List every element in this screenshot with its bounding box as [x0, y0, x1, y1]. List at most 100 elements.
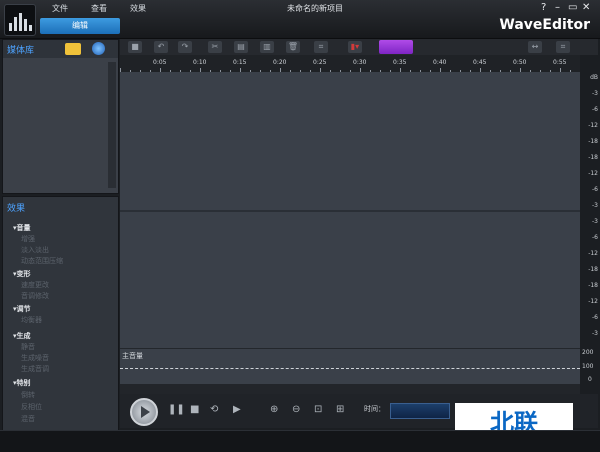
app-logo-icon — [4, 4, 36, 36]
db-scale-label: dB — [590, 74, 598, 81]
microphone-icon[interactable] — [379, 40, 413, 54]
menu-file[interactable]: 文件 — [52, 3, 68, 14]
effect-item[interactable]: 生成噪音 — [21, 353, 49, 363]
db-scale-label: -3 — [592, 218, 598, 225]
play-button[interactable] — [130, 398, 158, 426]
db-scale-label: -12 — [588, 122, 598, 129]
redo-icon[interactable]: ↷ — [178, 41, 192, 53]
editor-toolbar: ■ ↶ ↷ ✂ ▤ ▥ 🗑 ⌗ ▮▾ ↔ ⌗ — [120, 39, 598, 55]
effects-panel: 效果 ▾音量 增强 淡入淡出 动态范围压缩 ▾变形 速度更改 音调修改 ▾调节 … — [2, 196, 119, 431]
db-scale-label: -6 — [592, 234, 598, 241]
effect-item[interactable]: 增强 — [21, 234, 35, 244]
globe-icon[interactable] — [92, 42, 105, 55]
volume-scale-label: 100 — [582, 363, 594, 370]
tab-edit[interactable]: 编辑 — [40, 18, 120, 34]
db-scale-label: -18 — [588, 154, 598, 161]
effect-item[interactable]: 反相位 — [21, 402, 42, 412]
help-button[interactable]: ? — [541, 2, 546, 13]
effect-item[interactable]: 静音 — [21, 342, 35, 352]
time-display — [390, 403, 450, 419]
ruler-tick-label: 0:30 — [353, 59, 367, 66]
media-library-panel: 媒体库 — [2, 39, 119, 194]
ruler-tick-label: 0:05 — [153, 59, 167, 66]
time-ruler[interactable]: 0:05 0:10 0:15 0:20 0:25 0:30 0:35 0:40 … — [120, 55, 580, 73]
top-bar: 文件 查看 效果 编辑 未命名的新项目 ? – ▭ ✕ WaveEditor — [0, 0, 600, 39]
cut-icon[interactable]: ✂ — [208, 41, 222, 53]
db-scale-label: -12 — [588, 298, 598, 305]
copy-icon[interactable]: ▤ — [234, 41, 248, 53]
effects-panel-title: 效果 — [7, 204, 26, 214]
play-selection-icon[interactable]: ▶ — [233, 404, 241, 415]
db-scale-label: -18 — [588, 266, 598, 273]
ruler-tick-label: 0:55 — [553, 59, 567, 66]
master-volume-label: 主音量 — [122, 352, 143, 360]
effect-group-generate[interactable]: ▾生成 — [13, 331, 31, 341]
effect-item[interactable]: 淡入淡出 — [21, 245, 49, 255]
volume-scale-label: 200 — [582, 349, 594, 356]
db-scale-label: -3 — [592, 330, 598, 337]
undo-icon[interactable]: ↶ — [154, 41, 168, 53]
volume-envelope-line[interactable] — [120, 368, 580, 369]
ruler-tick-label: 0:20 — [273, 59, 287, 66]
close-button[interactable]: ✕ — [582, 2, 590, 13]
effect-item[interactable]: 动态范围压缩 — [21, 256, 63, 266]
db-scale-label: -3 — [592, 90, 598, 97]
maximize-button[interactable]: ▭ — [568, 2, 577, 13]
db-scale: dB -3 -6 -12 -18 -18 -12 -6 -3 -3 -6 -12… — [580, 72, 600, 348]
window-title: 未命名的新项目 — [287, 4, 343, 13]
channel-divider — [120, 210, 580, 212]
media-library-header: 媒体库 — [3, 40, 118, 58]
ruler-tick-label: 0:15 — [233, 59, 247, 66]
ruler-tick-label: 0:10 — [193, 59, 207, 66]
zoom-selection-icon[interactable]: ⊡ — [314, 404, 322, 415]
paste-icon[interactable]: ▥ — [260, 41, 274, 53]
ruler-tick-label: 0:35 — [393, 59, 407, 66]
time-label: 时间： — [364, 405, 385, 413]
db-scale-label: -12 — [588, 170, 598, 177]
effect-item[interactable]: 均衡器 — [21, 315, 42, 325]
delete-icon[interactable]: 🗑 — [286, 41, 300, 53]
zoom-full-icon[interactable]: ⊞ — [336, 404, 344, 415]
fit-width-icon[interactable]: ↔ — [528, 41, 542, 53]
effect-group-transform[interactable]: ▾变形 — [13, 269, 31, 279]
horizontal-scrollbar[interactable] — [120, 384, 580, 394]
db-scale-label: -6 — [592, 106, 598, 113]
db-scale-label: -6 — [592, 314, 598, 321]
ruler-tick-label: 0:45 — [473, 59, 487, 66]
db-scale-label: -12 — [588, 250, 598, 257]
effect-item[interactable]: 速度更改 — [21, 280, 49, 290]
status-bar — [0, 430, 600, 452]
zoom-fit-icon[interactable]: ⌗ — [556, 41, 570, 53]
media-library-scrollbar[interactable] — [108, 62, 116, 188]
loop-icon[interactable]: ⟲ — [210, 404, 218, 415]
crop-icon[interactable]: ⌗ — [314, 41, 328, 53]
media-library-title: 媒体库 — [7, 46, 35, 56]
open-folder-icon[interactable] — [65, 43, 81, 55]
effect-item[interactable]: 生成音调 — [21, 364, 49, 374]
ruler-tick-label: 0:40 — [433, 59, 447, 66]
minimize-button[interactable]: – — [555, 2, 560, 13]
db-scale-label: -6 — [592, 186, 598, 193]
menu-view[interactable]: 查看 — [91, 3, 107, 14]
brand-logo: WaveEditor — [499, 17, 590, 33]
volume-scale-label: 0 — [588, 376, 592, 383]
effect-group-special[interactable]: ▾特别 — [13, 378, 31, 388]
record-options-icon[interactable]: ▮▾ — [348, 41, 362, 53]
effect-item[interactable]: 音调修改 — [21, 291, 49, 301]
stop-icon[interactable]: ■ — [190, 404, 199, 415]
save-icon[interactable]: ■ — [128, 41, 142, 53]
zoom-out-icon[interactable]: ⊖ — [292, 404, 300, 415]
effect-item[interactable]: 倒转 — [21, 390, 35, 400]
effect-group-volume[interactable]: ▾音量 — [13, 223, 31, 233]
pause-icon[interactable]: ❚❚ — [168, 404, 185, 415]
ruler-tick-label: 0:25 — [313, 59, 327, 66]
effect-item[interactable]: 混音 — [21, 414, 35, 424]
zoom-in-icon[interactable]: ⊕ — [270, 404, 278, 415]
master-volume-track[interactable]: 主音量 — [120, 348, 580, 385]
menu-effects[interactable]: 效果 — [130, 3, 146, 14]
db-scale-label: -3 — [592, 202, 598, 209]
effect-group-adjust[interactable]: ▾调节 — [13, 304, 31, 314]
db-scale-label: -18 — [588, 282, 598, 289]
ruler-tick-label: 0:50 — [513, 59, 527, 66]
db-scale-label: -18 — [588, 138, 598, 145]
